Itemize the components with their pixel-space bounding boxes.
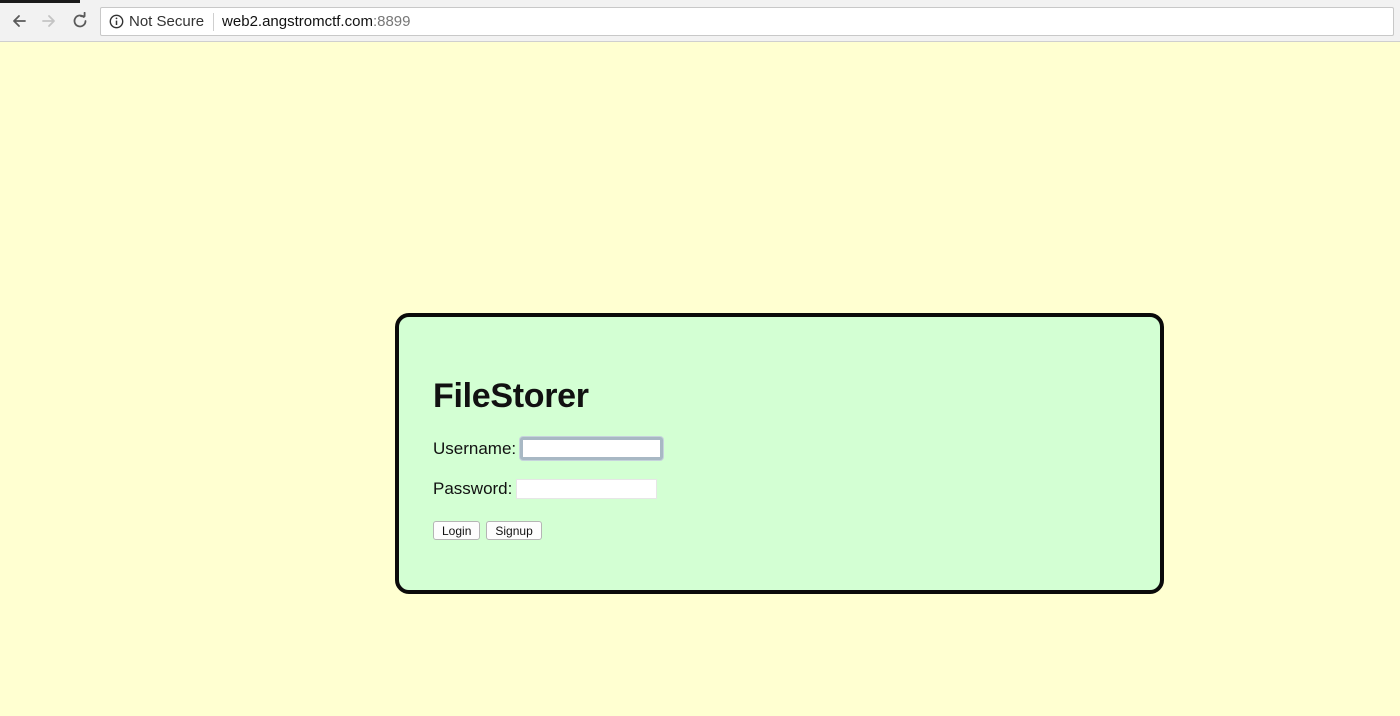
reload-button[interactable] [68,9,92,33]
username-input[interactable] [520,437,664,460]
info-icon[interactable] [109,14,124,29]
reload-icon [73,12,87,28]
username-label: Username: [433,438,517,458]
username-row: Username: [433,437,664,460]
page-title: FileStorer [433,377,589,415]
back-arrow-icon [13,15,26,27]
omnibox-divider [213,12,215,31]
security-label[interactable]: Not Secure [129,13,204,30]
browser-toolbar: Not Secure web2.angstromctf.com :8899 [0,0,1400,42]
signup-button[interactable]: Signup [486,521,542,540]
password-input[interactable] [516,479,658,499]
url-host[interactable]: web2.angstromctf.com [222,13,373,30]
password-label: Password: [433,479,513,498]
back-button[interactable] [7,9,31,33]
forward-button[interactable] [37,9,61,33]
password-row: Password: [433,479,658,499]
url-port[interactable]: :8899 [373,13,411,30]
login-panel: FileStorer Username: Password: Login Sig… [395,313,1164,594]
address-bar[interactable]: Not Secure web2.angstromctf.com :8899 [100,7,1394,36]
form-buttons: Login Signup [433,521,542,540]
forward-arrow-icon [42,15,55,27]
active-tab-indicator [0,0,80,3]
login-button[interactable]: Login [433,521,481,540]
